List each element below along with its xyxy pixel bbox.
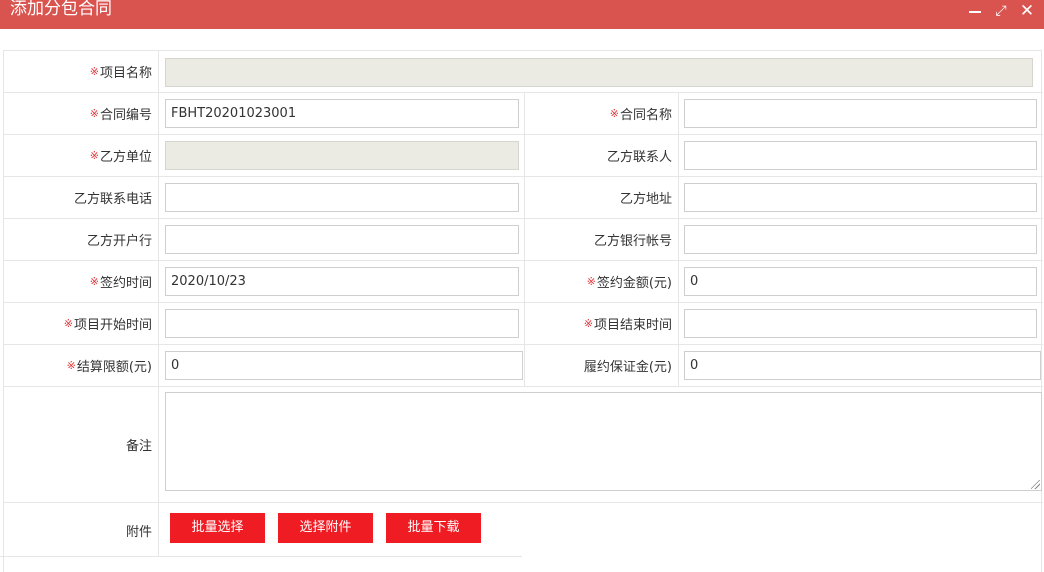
partyb-unit-input[interactable] [165, 141, 519, 170]
end-date-label: ※ 项目结束时间 [524, 303, 679, 344]
sign-date-label: ※ 签约时间 [4, 261, 159, 302]
remarks-label: 备注 [4, 387, 159, 502]
partyb-contact-input[interactable] [684, 141, 1037, 170]
row-contract: ※ 合同编号 FBHT20201023001 ※ 合同名称 [4, 93, 1043, 135]
required-mark: ※ [89, 65, 99, 78]
row-project-name: ※ 项目名称 [4, 51, 1043, 93]
partyb-address-input[interactable] [684, 183, 1037, 212]
batch-select-button[interactable]: 批量选择 [170, 513, 265, 543]
partyb-bank-label: 乙方开户行 [4, 219, 159, 260]
row-remarks: 备注 [4, 387, 1043, 503]
minimize-icon[interactable] [963, 2, 985, 20]
sign-date-input[interactable]: 2020/10/23 [165, 267, 519, 296]
dialog-title: 添加分包合同 [10, 0, 112, 19]
contract-name-label: ※ 合同名称 [524, 93, 679, 134]
row-bank: 乙方开户行 乙方银行帐号 [4, 219, 1043, 261]
partyb-unit-label: ※ 乙方单位 [4, 135, 159, 176]
select-attachment-button[interactable]: 选择附件 [278, 513, 373, 543]
attachments-label: 附件 [4, 503, 159, 557]
row-partyb: ※ 乙方单位 乙方联系人 [4, 135, 1043, 177]
dialog-titlebar: 添加分包合同 ⤢ ✕ [0, 0, 1044, 29]
sign-amount-label: ※ 签约金额(元) [524, 261, 679, 302]
divider [0, 556, 522, 557]
contract-name-input[interactable] [684, 99, 1037, 128]
close-icon[interactable]: ✕ [1016, 2, 1038, 20]
project-name-input[interactable] [165, 58, 1033, 87]
partyb-address-label: 乙方地址 [524, 177, 679, 218]
partyb-phone-input[interactable] [165, 183, 519, 212]
contract-no-input[interactable]: FBHT20201023001 [165, 99, 519, 128]
partyb-contact-label: 乙方联系人 [524, 135, 679, 176]
row-dates: ※ 项目开始时间 ※ 项目结束时间 [4, 303, 1043, 345]
partyb-phone-label: 乙方联系电话 [4, 177, 159, 218]
resize-grip-icon[interactable] [1031, 480, 1040, 489]
partyb-account-input[interactable] [684, 225, 1037, 254]
performance-bond-label: 履约保证金(元) [524, 345, 679, 386]
partyb-account-label: 乙方银行帐号 [524, 219, 679, 260]
partyb-bank-input[interactable] [165, 225, 519, 254]
project-name-label: ※ 项目名称 [4, 51, 159, 92]
row-sign: ※ 签约时间 2020/10/23 ※ 签约金额(元) 0 [4, 261, 1043, 303]
contract-no-label: ※ 合同编号 [4, 93, 159, 134]
end-date-input[interactable] [684, 309, 1037, 338]
settle-limit-input[interactable]: 0 [165, 351, 523, 380]
start-date-input[interactable] [165, 309, 519, 338]
row-phone-address: 乙方联系电话 乙方地址 [4, 177, 1043, 219]
maximize-icon[interactable]: ⤢ [990, 2, 1012, 20]
contract-form: ※ 项目名称 ※ 合同编号 FBHT20201023001 ※ 合同名称 ※ 乙方单位 … [3, 50, 1043, 572]
sign-amount-input[interactable]: 0 [684, 267, 1037, 296]
start-date-label: ※ 项目开始时间 [4, 303, 159, 344]
row-settle: ※ 结算限额(元) 0 履约保证金(元) 0 [4, 345, 1043, 387]
remarks-textarea[interactable] [165, 392, 1042, 491]
settle-limit-label: ※ 结算限额(元) [4, 345, 159, 386]
performance-bond-input[interactable]: 0 [684, 351, 1041, 380]
batch-download-button[interactable]: 批量下载 [386, 513, 481, 543]
row-attachments: 附件 批量选择 选择附件 批量下载 [4, 503, 1043, 557]
